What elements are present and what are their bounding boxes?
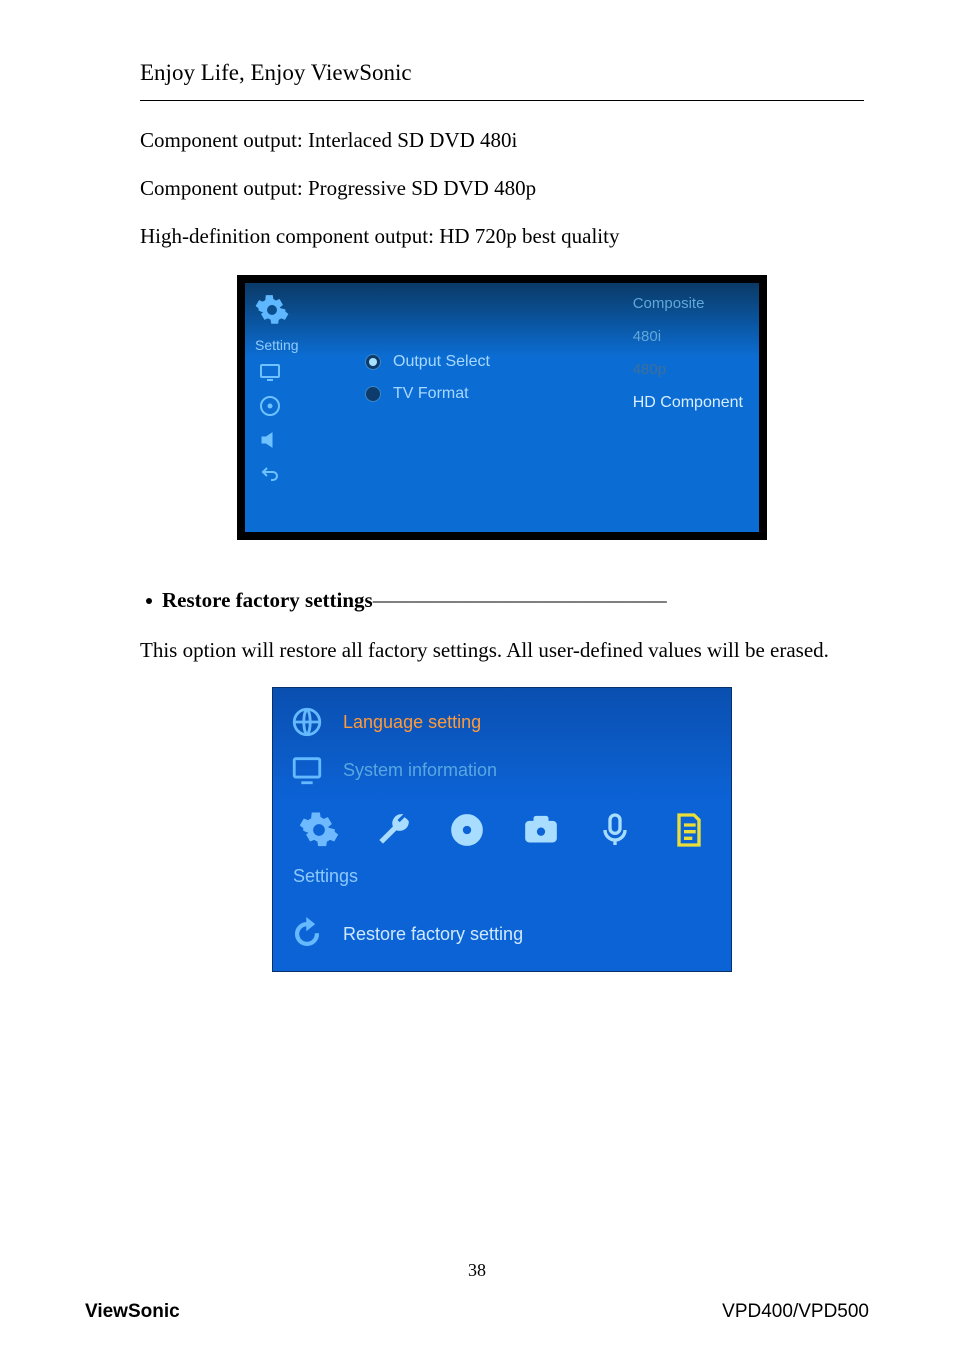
camera-icon[interactable] bbox=[519, 808, 563, 852]
radio-inactive-icon bbox=[365, 386, 381, 402]
menu-item-system-information[interactable]: System information bbox=[287, 750, 497, 790]
microphone-icon[interactable] bbox=[593, 808, 637, 852]
restore-description: This option will restore all factory set… bbox=[140, 629, 864, 671]
language-setting-label: Language setting bbox=[343, 712, 481, 733]
settings-icon-row bbox=[297, 808, 711, 852]
bullet-dot-icon bbox=[146, 598, 152, 604]
disc-icon bbox=[255, 391, 285, 421]
option-480i[interactable]: 480i bbox=[633, 328, 743, 345]
menu-item-language-setting[interactable]: Language setting bbox=[287, 702, 481, 742]
menu-item-restore-factory[interactable]: Restore factory setting bbox=[287, 914, 523, 954]
radio-active-icon bbox=[365, 354, 381, 370]
target-icon[interactable] bbox=[445, 808, 489, 852]
ss1-icon-stack: Setting bbox=[255, 293, 325, 489]
menu-item-output-select[interactable]: Output Select bbox=[365, 353, 490, 371]
restore-icon bbox=[287, 914, 327, 954]
wrench-icon[interactable] bbox=[371, 808, 415, 852]
footer-bar: ViewSonic VPD400/VPD500 bbox=[85, 1301, 869, 1323]
option-hd-component[interactable]: HD Component bbox=[633, 394, 743, 412]
screenshot1-inner: Setting Output Select bbox=[245, 283, 759, 532]
display-icon bbox=[255, 357, 285, 387]
footer-brand: ViewSonic bbox=[85, 1301, 180, 1323]
restore-factory-label: Restore factory setting bbox=[343, 924, 523, 945]
body-text-block: Component output: Interlaced SD DVD 480i… bbox=[140, 119, 864, 257]
gear-icon bbox=[255, 293, 289, 331]
restore-heading: Restore factory settings —————————————— bbox=[140, 588, 864, 613]
menu-item-tv-format[interactable]: TV Format bbox=[365, 385, 490, 403]
gear-icon[interactable] bbox=[297, 808, 341, 852]
settings-label: Settings bbox=[293, 866, 358, 887]
header-rule bbox=[140, 100, 864, 101]
return-icon bbox=[255, 459, 285, 489]
page-number: 38 bbox=[0, 1260, 954, 1281]
body-line-1: Component output: Interlaced SD DVD 480i bbox=[140, 119, 864, 161]
tagline: Enjoy Life, Enjoy ViewSonic bbox=[140, 60, 864, 86]
restore-heading-dashes: —————————————— bbox=[373, 588, 667, 613]
tv-format-label: TV Format bbox=[393, 385, 469, 403]
globe-icon bbox=[287, 702, 327, 742]
ss1-setting-label: Setting bbox=[255, 337, 299, 353]
info-monitor-icon bbox=[287, 750, 327, 790]
restore-heading-title: Restore factory settings bbox=[162, 588, 373, 613]
body-line-2: Component output: Progressive SD DVD 480… bbox=[140, 167, 864, 209]
screenshot-output-select: Setting Output Select bbox=[237, 275, 767, 540]
document-icon[interactable] bbox=[667, 808, 711, 852]
ss1-middle-menu: Output Select TV Format bbox=[365, 353, 490, 417]
footer-model: VPD400/VPD500 bbox=[722, 1301, 869, 1323]
screenshot-settings-menu: Language setting System information Sett… bbox=[272, 687, 732, 972]
option-composite[interactable]: Composite bbox=[633, 295, 743, 312]
body-line-3: High-definition component output: HD 720… bbox=[140, 215, 864, 257]
speaker-icon bbox=[255, 425, 285, 455]
option-480p[interactable]: 480p bbox=[633, 361, 743, 378]
system-information-label: System information bbox=[343, 760, 497, 781]
ss1-options-column: Composite 480i 480p HD Component bbox=[633, 295, 743, 412]
restore-text: This option will restore all factory set… bbox=[140, 629, 864, 671]
ss1-left-column: Setting bbox=[255, 293, 325, 489]
output-select-label: Output Select bbox=[393, 353, 490, 371]
